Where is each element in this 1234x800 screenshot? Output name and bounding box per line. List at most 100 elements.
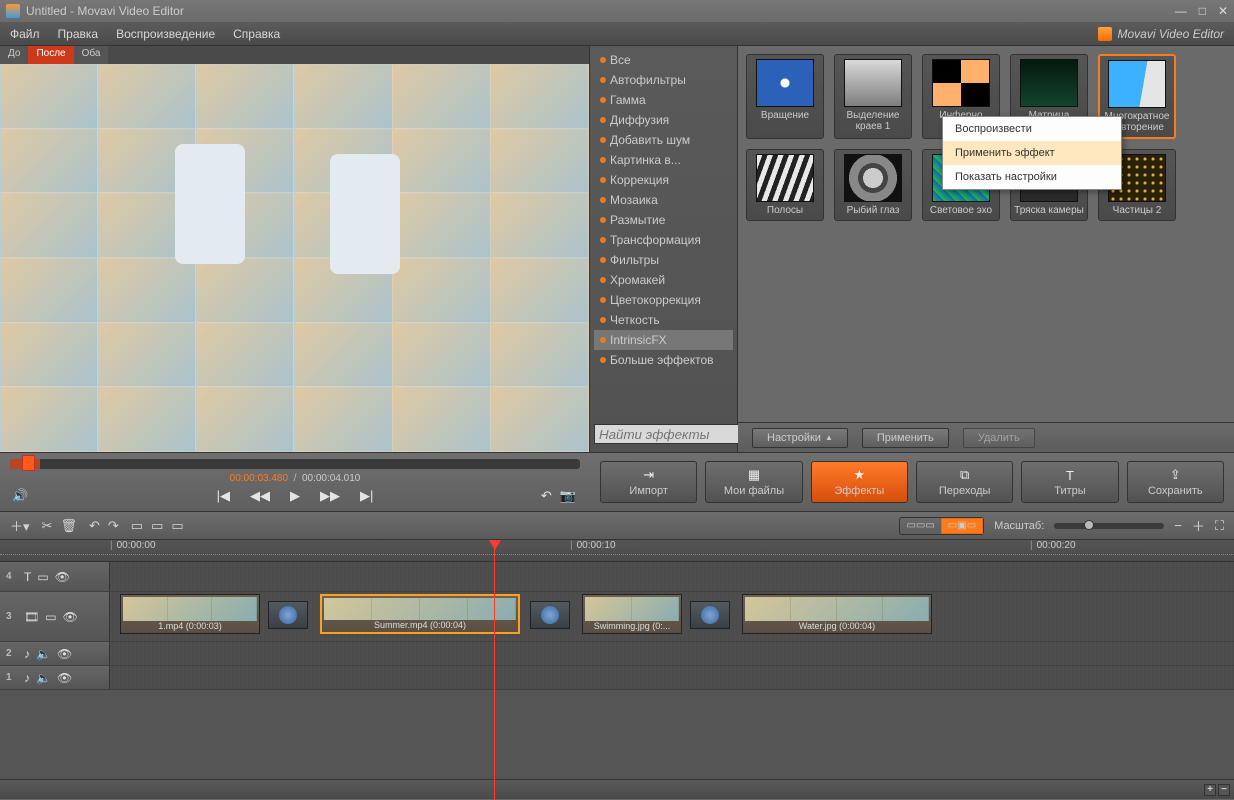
mute-icon[interactable]: 🔈 [36,671,51,685]
effect-settings-button[interactable]: Настройки▲ [752,428,848,448]
next-button[interactable]: ▶| [360,488,373,504]
clip-4[interactable]: Water.jpg (0:00:04) [742,594,932,634]
import-icon: ⇥ [643,467,654,483]
cat-filters[interactable]: Фильтры [594,250,733,270]
lock-icon[interactable]: ▭ [37,570,48,584]
tab-files[interactable]: ▦Мои файлы [705,461,802,503]
tab-save[interactable]: ⇪Сохранить [1127,461,1224,503]
cat-more[interactable]: Больше эффектов [594,350,733,370]
cat-noise[interactable]: Добавить шум [594,130,733,150]
transition[interactable] [268,601,308,629]
cat-chroma[interactable]: Хромакей [594,270,733,290]
preview-viewport [0,64,589,452]
timeline-scroll-buttons: + − [0,779,1234,799]
compare-both[interactable]: Оба [74,46,109,64]
clip-1[interactable]: 1.mp4 (0:00:03) [120,594,260,634]
track-titles: 4T▭👁 [0,562,1234,592]
transition[interactable] [690,601,730,629]
rewind-button[interactable]: ◀◀ [250,488,270,504]
ctx-settings[interactable]: Показать настройки [943,165,1121,189]
effect-apply-button[interactable]: Применить [862,428,949,448]
cat-pip[interactable]: Картинка в... [594,150,733,170]
effect-delete-button[interactable]: Удалить [963,428,1035,448]
film-icon: 🎞 [24,610,39,624]
snapshot-icon[interactable]: 📷 [560,488,576,504]
cat-all[interactable]: Все [594,50,733,70]
mute-icon[interactable]: 🔈 [36,647,51,661]
tool3-icon[interactable]: ▭ [171,518,183,534]
play-button[interactable]: ▶ [290,488,300,504]
zoom-slider[interactable] [1054,523,1164,529]
tool2-icon[interactable]: ▭ [151,518,163,534]
menu-help[interactable]: Справка [233,27,280,41]
clip-3[interactable]: Swimming.jpg (0:... [582,594,682,634]
effect-thumb[interactable]: Выделение краев 1 [834,54,912,139]
tab-effects[interactable]: ★Эффекты [811,461,908,503]
prev-button[interactable]: |◀ [217,488,230,504]
zoom-in-icon[interactable]: ＋ [1192,516,1205,535]
track-audio-2: 2♪🔈👁 [0,642,1234,666]
eye-icon[interactable]: 👁 [55,570,70,584]
volume-icon[interactable]: 🔊 [12,488,28,504]
effect-thumb[interactable]: Вращение [746,54,824,139]
forward-button[interactable]: ▶▶ [320,488,340,504]
compare-before[interactable]: До [0,46,28,64]
cat-diffusion[interactable]: Диффузия [594,110,733,130]
add-button[interactable]: ＋▾ [10,516,30,535]
eye-icon[interactable]: 👁 [57,671,72,685]
time-current: 00:00:03.480 [230,473,288,484]
scroll-up-icon[interactable]: + [1204,784,1216,796]
transition[interactable] [530,601,570,629]
undo-icon[interactable]: ↶ [541,488,552,504]
maximize-icon[interactable]: □ [1199,4,1206,18]
cat-gamma[interactable]: Гамма [594,90,733,110]
timeline-toolbar: ＋▾ ✂ 🗑 ↶ ↷ ▭ ▭ ▭ ▭▭▭▭▣▭ Масштаб: − ＋ ⛶ [0,512,1234,540]
fit-icon[interactable]: ⛶ [1215,518,1224,534]
zoom-out-icon[interactable]: − [1174,518,1182,533]
brand-icon [1098,27,1112,41]
menu-play[interactable]: Воспроизведение [116,27,215,41]
menu-bar: Файл Правка Воспроизведение Справка Mova… [0,22,1234,46]
playhead[interactable] [494,540,495,800]
timeline: 00:00:00 00:00:10 00:00:20 4T▭👁 3🎞▭👁 1.m… [0,540,1234,799]
ctx-apply[interactable]: Применить эффект [943,141,1121,165]
music-icon: ♪ [24,647,30,661]
cat-correction[interactable]: Коррекция [594,170,733,190]
cat-mosaic[interactable]: Мозаика [594,190,733,210]
files-icon: ▦ [748,467,760,483]
cat-transform[interactable]: Трансформация [594,230,733,250]
trash-icon[interactable]: 🗑 [60,518,77,534]
redo-icon[interactable]: ↷ [108,518,119,534]
chevron-up-icon: ▲ [825,433,833,442]
scroll-down-icon[interactable]: − [1218,784,1230,796]
eye-icon[interactable]: 👁 [63,610,78,624]
eye-icon[interactable]: 👁 [57,647,72,661]
tab-titles[interactable]: TТитры [1021,461,1118,503]
lock-icon[interactable]: ▭ [45,610,56,624]
cat-sharp[interactable]: Четкость [594,310,733,330]
cat-colorc[interactable]: Цветокоррекция [594,290,733,310]
cat-blur[interactable]: Размытие [594,210,733,230]
tab-transitions[interactable]: ⧉Переходы [916,461,1013,503]
clip-2[interactable]: Summer.mp4 (0:00:04) [320,594,520,634]
tab-import[interactable]: ⇥Импорт [600,461,697,503]
close-icon[interactable]: ✕ [1218,4,1228,18]
compare-after[interactable]: После [28,46,73,64]
timeline-ruler[interactable]: 00:00:00 00:00:10 00:00:20 [0,540,1234,562]
seek-head[interactable] [22,455,35,471]
undo2-icon[interactable]: ↶ [89,518,100,534]
context-menu: Воспроизвести Применить эффект Показать … [942,116,1122,190]
menu-edit[interactable]: Правка [58,27,99,41]
seek-bar[interactable] [10,459,580,469]
ctx-play[interactable]: Воспроизвести [943,117,1121,141]
app-icon [6,4,20,18]
effect-thumb[interactable]: Рыбий глаз [834,149,912,221]
menu-file[interactable]: Файл [10,27,40,41]
tool1-icon[interactable]: ▭ [131,518,143,534]
minimize-icon[interactable]: — [1175,4,1187,18]
effect-thumb[interactable]: Полосы [746,149,824,221]
cat-intrinsic[interactable]: IntrinsicFX [594,330,733,350]
timeline-mode-toggle[interactable]: ▭▭▭▭▣▭ [899,517,984,535]
cut-icon[interactable]: ✂ [42,518,53,534]
cat-autofilters[interactable]: Автофильтры [594,70,733,90]
